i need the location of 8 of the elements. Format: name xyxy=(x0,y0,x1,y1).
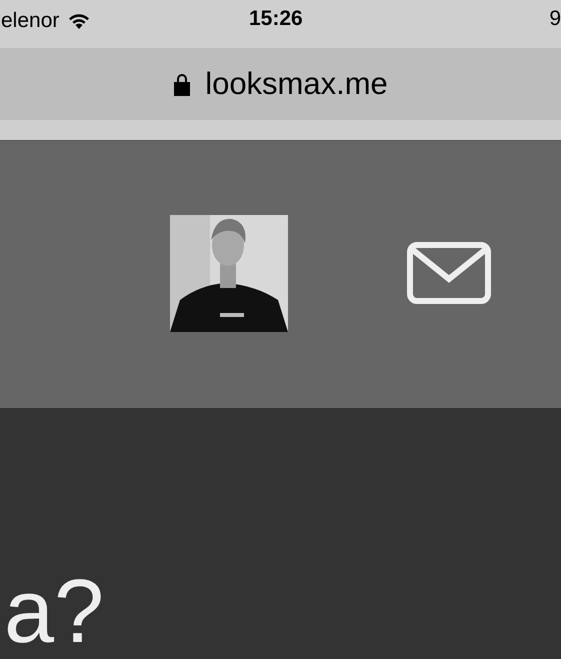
mail-icon[interactable] xyxy=(407,242,491,304)
clock: 15:26 xyxy=(249,7,303,31)
battery-percent: 9 xyxy=(549,7,561,31)
address-bar[interactable]: looksmax.me xyxy=(0,48,561,120)
lock-icon xyxy=(173,72,192,96)
carrier-name: elenor xyxy=(1,9,60,33)
wifi-icon xyxy=(67,12,92,30)
hero-heading: a? xyxy=(4,567,104,657)
